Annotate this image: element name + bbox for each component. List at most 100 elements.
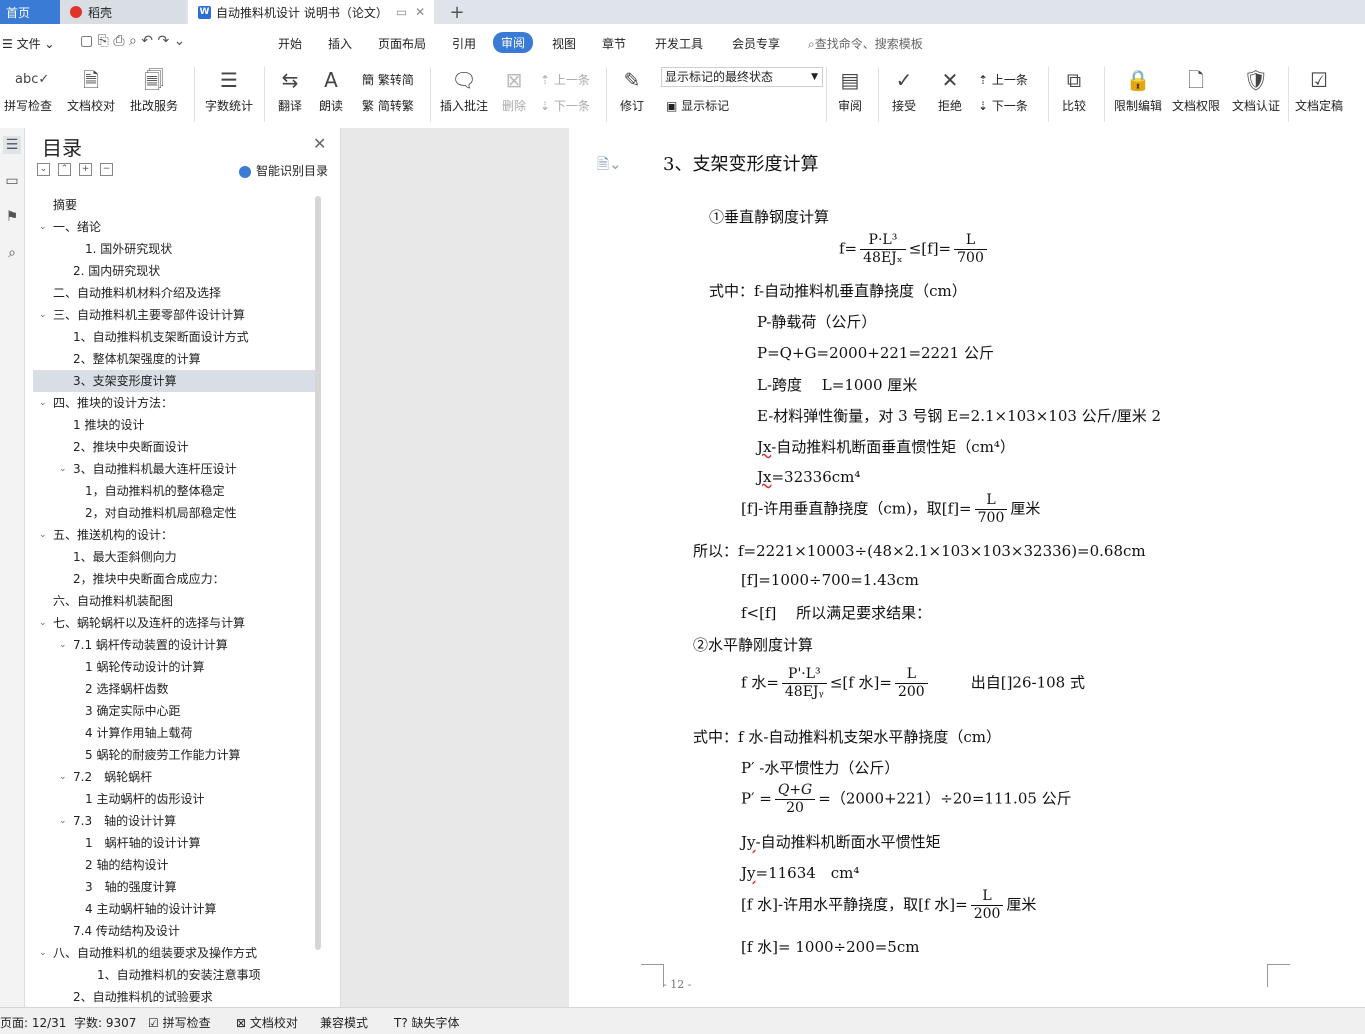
toc-item[interactable]: 二、自动推料机材料介绍及选择 bbox=[33, 282, 315, 304]
remove-heading-icon[interactable]: − bbox=[100, 163, 113, 176]
add-heading-icon[interactable]: + bbox=[79, 163, 92, 176]
toc-item[interactable]: 2、整体机架强度的计算 bbox=[33, 348, 315, 370]
toc-item[interactable]: 1 主动蜗杆的齿形设计 bbox=[33, 788, 315, 810]
toc-item[interactable]: ⌄ 一、绪论 bbox=[33, 216, 315, 238]
spell-check-button[interactable]: abc✓ 拼写检查 bbox=[0, 65, 56, 114]
menu-layout[interactable]: 页面布局 bbox=[378, 35, 426, 52]
chapter-nav-icon[interactable]: ▭ bbox=[3, 172, 21, 190]
toc-item[interactable]: 摘要 bbox=[33, 194, 315, 216]
close-icon[interactable]: ✕ bbox=[313, 134, 326, 153]
toc-item[interactable]: 1，自动推料机的整体稳定 bbox=[33, 480, 315, 502]
status-doc-proof[interactable]: ⊠ 文档校对 bbox=[236, 1014, 298, 1031]
toc-item[interactable]: 2，推块中央断面合成应力： bbox=[33, 568, 315, 590]
toc-item[interactable]: ⌄ 七、蜗轮蜗杆以及连杆的选择与计算 bbox=[33, 612, 315, 634]
toc-item[interactable]: 1. 国外研究现状 bbox=[33, 238, 315, 260]
toc-item[interactable]: ⌄ 3、自动推料机最大连杆压设计 bbox=[33, 458, 315, 480]
chevron-down-icon[interactable]: ⌄ bbox=[59, 810, 67, 832]
tab-document[interactable]: W 自动推料机设计 说明书（论文） ▭ ✕ bbox=[188, 0, 434, 24]
chevron-down-icon[interactable]: ⌄ bbox=[39, 524, 47, 546]
toc-item[interactable]: 5 蜗轮的耐疲劳工作能力计算 bbox=[33, 744, 315, 766]
toc-scrollbar[interactable] bbox=[315, 196, 321, 950]
command-search[interactable]: ⌕查找命令、搜索模板 bbox=[808, 35, 923, 52]
toc-item[interactable]: 1、最大歪斜侧向力 bbox=[33, 546, 315, 568]
toc-item[interactable]: 7.4 传动结构及设计 bbox=[33, 920, 315, 942]
chevron-down-icon[interactable]: ⌄ bbox=[39, 216, 47, 238]
menu-insert[interactable]: 插入 bbox=[328, 35, 352, 52]
smart-toc-button[interactable]: 智能识别目录 bbox=[239, 162, 328, 179]
toc-item[interactable]: 3 轴的强度计算 bbox=[33, 876, 315, 898]
spellcheck-word[interactable]: Jx bbox=[757, 468, 771, 486]
restrict-edit-button[interactable]: 🔒 限制编辑 bbox=[1110, 65, 1166, 114]
bookmark-icon[interactable]: ⚑ bbox=[3, 208, 21, 226]
toc-item[interactable]: 2、推块中央断面设计 bbox=[33, 436, 315, 458]
status-word-count[interactable]: 字数: 9307 bbox=[74, 1014, 136, 1031]
chevron-down-icon[interactable]: ⌄ bbox=[59, 766, 67, 788]
toc-item[interactable]: 2 轴的结构设计 bbox=[33, 854, 315, 876]
chevron-down-icon[interactable]: ⌄ bbox=[39, 612, 47, 634]
document-canvas[interactable]: 🗎⌄ 3、支架变形度计算 ①垂直静钢度计算 f= P·L³ 48EJₓ ≤[f]= L 7… bbox=[341, 128, 1365, 1007]
review-pane-button[interactable]: ▤ 审阅 bbox=[832, 65, 868, 114]
simp-to-trad-button[interactable]: 繁 简转繁 bbox=[362, 97, 414, 114]
show-markup-button[interactable]: ▣ 显示标记 bbox=[666, 97, 729, 114]
toc-item[interactable]: 六、自动推料机装配图 bbox=[33, 590, 315, 612]
read-aloud-button[interactable]: A 朗读 bbox=[314, 65, 348, 114]
toc-item[interactable]: ⌄ 7.2 蜗轮蜗杆 bbox=[33, 766, 315, 788]
chevron-down-icon[interactable]: ⌄ bbox=[59, 634, 67, 656]
toc-item[interactable]: 1 推块的设计 bbox=[33, 414, 315, 436]
tab-close-icon[interactable]: ✕ bbox=[415, 5, 425, 19]
doc-permission-button[interactable]: 🗋 文档权限 bbox=[1168, 65, 1224, 114]
prev-comment-button[interactable]: ⇡ 上一条 bbox=[540, 71, 590, 88]
translate-button[interactable]: ⇆ 翻译 bbox=[270, 65, 310, 114]
menu-references[interactable]: 引用 bbox=[452, 35, 476, 52]
chevron-down-icon[interactable]: ⌄ bbox=[39, 942, 47, 964]
toc-item[interactable]: ⌄ 八、自动推料机的组装要求及操作方式 bbox=[33, 942, 315, 964]
spellcheck-word[interactable]: Jy bbox=[741, 833, 756, 851]
document-page[interactable]: 🗎⌄ 3、支架变形度计算 ①垂直静钢度计算 f= P·L³ 48EJₓ ≤[f]= L 7… bbox=[569, 128, 1365, 1007]
prev-change-button[interactable]: ⇡ 上一条 bbox=[978, 71, 1028, 88]
doc-proof-button[interactable]: 🗎 文档校对 bbox=[64, 65, 118, 114]
menu-developer[interactable]: 开发工具 bbox=[655, 35, 703, 52]
trad-to-simp-button[interactable]: 簡 繁转简 bbox=[362, 71, 414, 88]
chevron-down-icon[interactable]: ⌄ bbox=[39, 304, 47, 326]
next-change-button[interactable]: ⇣ 下一条 bbox=[978, 97, 1028, 114]
track-changes-button[interactable]: ✎ 修订 bbox=[612, 65, 652, 114]
tab-daoke[interactable]: 稻壳 bbox=[60, 0, 186, 24]
compare-button[interactable]: ⧉ 比较 bbox=[1054, 65, 1094, 114]
status-missing-font[interactable]: T? 缺失字体 bbox=[394, 1014, 460, 1031]
toc-item[interactable]: 4 计算作用轴上载荷 bbox=[33, 722, 315, 744]
reject-button[interactable]: ✕ 拒绝 bbox=[930, 65, 970, 114]
menu-file[interactable]: ☰ 文件 ⌄ bbox=[2, 35, 54, 52]
toc-item[interactable]: 2，对自动推料机局部稳定性 bbox=[33, 502, 315, 524]
toc-item[interactable]: 2 选择蜗杆齿数 bbox=[33, 678, 315, 700]
paragraph-icon[interactable]: 🗎⌄ bbox=[597, 154, 622, 179]
toc-item[interactable]: 1 蜗杆轴的设计计算 bbox=[33, 832, 315, 854]
status-compat-mode[interactable]: 兼容模式 bbox=[320, 1014, 368, 1031]
tab-home[interactable]: 首页 bbox=[0, 0, 60, 24]
toc-item[interactable]: ⌄ 7.3 轴的设计计算 bbox=[33, 810, 315, 832]
spellcheck-word[interactable]: Jx bbox=[757, 438, 771, 456]
menu-section[interactable]: 章节 bbox=[602, 35, 626, 52]
batch-service-button[interactable]: 🗐 批改服务 bbox=[124, 65, 184, 114]
delete-comment-button[interactable]: ⊠ 删除 bbox=[494, 65, 534, 114]
chevron-down-icon[interactable]: ⌄ bbox=[59, 458, 67, 480]
toc-item[interactable]: 1、自动推料机支架断面设计方式 bbox=[33, 326, 315, 348]
toc-item[interactable]: 3 确定实际中心距 bbox=[33, 700, 315, 722]
toc-item[interactable]: 1、自动推料机的安装注意事项 bbox=[33, 964, 315, 986]
menu-start[interactable]: 开始 bbox=[278, 35, 302, 52]
doc-certify-button[interactable]: 🛡 文档认证 bbox=[1228, 65, 1284, 114]
quick-access-icons[interactable]: ▢ ⎘ ⎙ ⌕ ↶ ↷ ⌄ bbox=[80, 33, 185, 49]
collapse-all-icon[interactable]: ⌄ bbox=[37, 163, 50, 176]
spellcheck-word[interactable]: Jy bbox=[741, 864, 756, 882]
toc-item[interactable]: 4 主动蜗杆轴的设计计算 bbox=[33, 898, 315, 920]
status-page[interactable]: 页面: 12/31 bbox=[0, 1014, 66, 1031]
accept-button[interactable]: ✓ 接受 bbox=[884, 65, 924, 114]
menu-view[interactable]: 视图 bbox=[552, 35, 576, 52]
toc-item[interactable]: 2、自动推料机的试验要求 bbox=[33, 986, 315, 1007]
chevron-down-icon[interactable]: ⌄ bbox=[39, 392, 47, 414]
next-comment-button[interactable]: ⇣ 下一条 bbox=[540, 97, 590, 114]
toc-item[interactable]: ⌄ 五、推送机构的设计： bbox=[33, 524, 315, 546]
toc-item[interactable]: 1 蜗轮传动设计的计算 bbox=[33, 656, 315, 678]
toc-item[interactable]: 2. 国内研究现状 bbox=[33, 260, 315, 282]
toc-item[interactable]: ⌄ 四、推块的设计方法： bbox=[33, 392, 315, 414]
new-tab-button[interactable]: + bbox=[446, 0, 468, 24]
